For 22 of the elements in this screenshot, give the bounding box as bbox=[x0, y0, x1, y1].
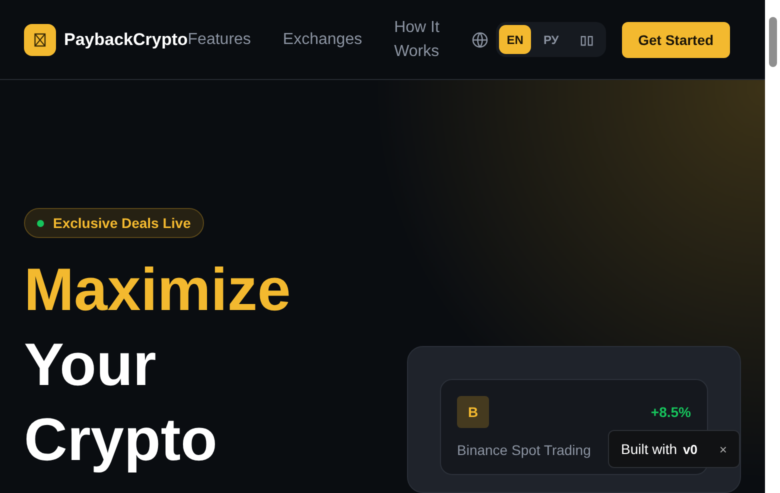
change-percent: +8.5% bbox=[650, 404, 691, 420]
toast-text: Built with bbox=[621, 441, 678, 457]
brand-name[interactable]: PaybackCrypto bbox=[64, 30, 188, 50]
nav-link[interactable]: Features bbox=[188, 28, 251, 52]
headline-line: Your bbox=[24, 330, 158, 400]
nav-link[interactable]: Exchanges bbox=[282, 28, 362, 52]
logo-icon bbox=[24, 24, 56, 56]
toast-logo: v0 bbox=[683, 442, 698, 456]
headline-line: Maximize bbox=[24, 255, 291, 325]
language-tab[interactable]: ▯▯ bbox=[571, 25, 604, 54]
badge-label: Exclusive Deals Live bbox=[53, 215, 191, 231]
live-dot-icon bbox=[37, 220, 44, 226]
scrollbar[interactable] bbox=[765, 0, 780, 493]
exchange-logo: B bbox=[457, 396, 489, 428]
language-tab[interactable]: EN bbox=[499, 25, 532, 54]
headline-line: Crypto bbox=[24, 405, 218, 475]
nav-link[interactable]: How It Works bbox=[394, 16, 454, 64]
globe-icon bbox=[472, 32, 488, 48]
language-tab[interactable]: РУ bbox=[535, 25, 568, 54]
close-button[interactable]: × bbox=[719, 442, 727, 456]
deal-name: Binance Spot Trading bbox=[457, 442, 591, 458]
get-started-button[interactable]: Get Started bbox=[622, 22, 730, 58]
